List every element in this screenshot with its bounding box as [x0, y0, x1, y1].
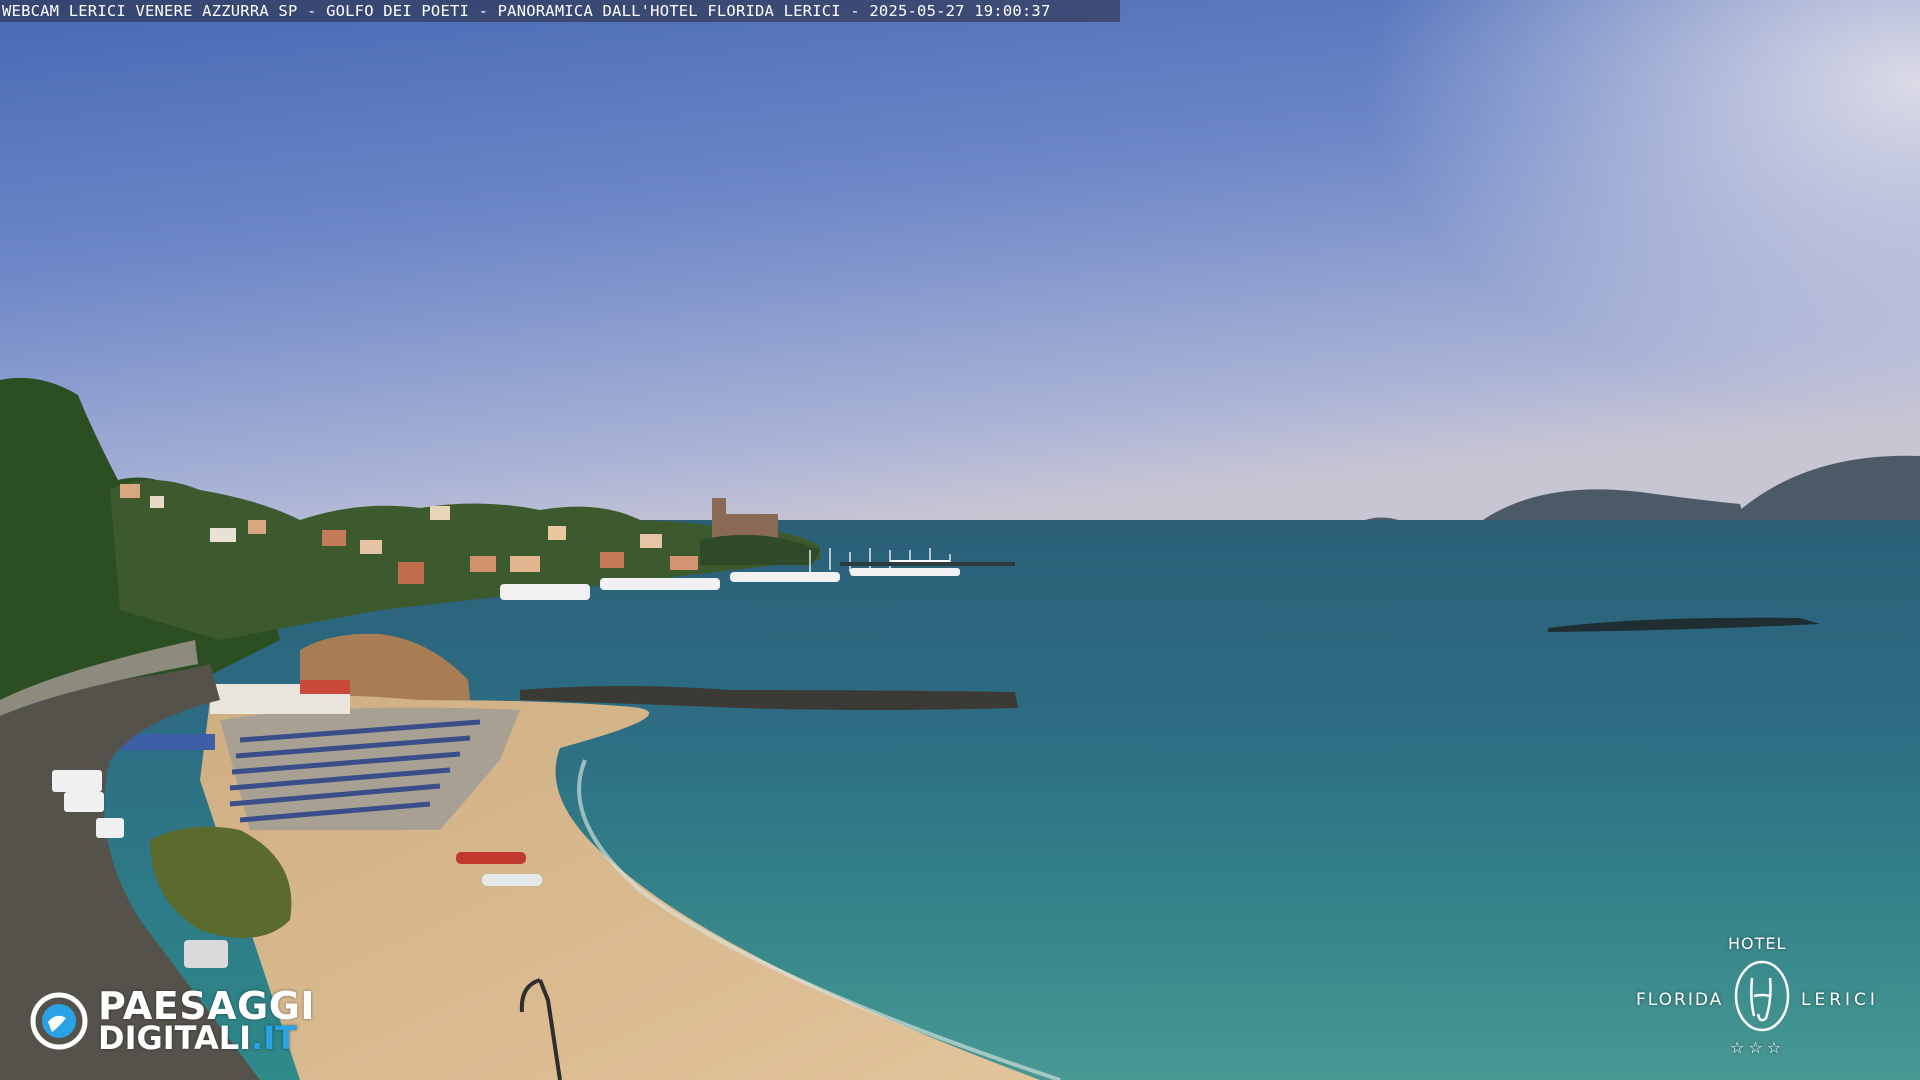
webcam-title-overlay: WEBCAM LERICI VENERE AZZURRA SP - GOLFO …	[0, 0, 1120, 22]
hotel-name-left: FLORIDA	[1636, 990, 1724, 1010]
hotel-florida-logo: HOTEL FLORIDA LERICI ☆☆☆	[1630, 934, 1900, 1064]
beach-boat-white	[482, 874, 542, 886]
hotel-stars: ☆☆☆	[1730, 1038, 1786, 1057]
logo-digitali-text: DIGITALI.IT	[98, 1019, 297, 1057]
beach-boat-red	[456, 852, 526, 864]
paesaggi-digitali-logo: PAESAGGI DIGITALI.IT	[30, 986, 340, 1056]
paesaggi-globe-icon	[30, 992, 88, 1050]
webcam-scene	[0, 0, 1920, 1080]
hotel-name-right: LERICI	[1801, 990, 1879, 1010]
sky-glow	[1000, 0, 1920, 545]
hotel-label: HOTEL	[1728, 934, 1787, 953]
marina-breakwater	[840, 562, 1015, 566]
hf-monogram-icon	[1734, 960, 1790, 1032]
